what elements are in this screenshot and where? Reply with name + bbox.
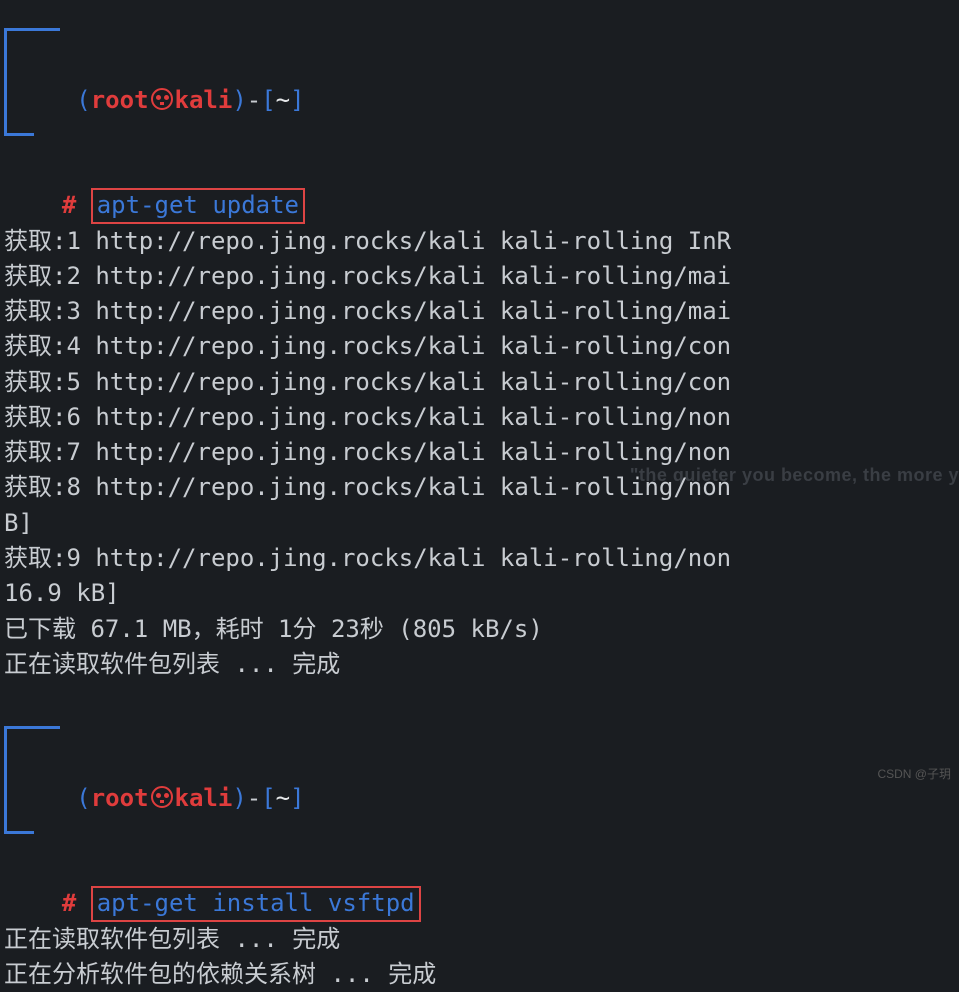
skull-icon <box>151 786 173 808</box>
dash: - <box>247 86 261 114</box>
paren-close: ) <box>232 86 246 114</box>
prompt-hash: # <box>62 191 76 219</box>
output-line: 获取:4 http://repo.jing.rocks/kali kali-ro… <box>0 329 959 364</box>
prompt2-line1: ┌──(rootkali)-[~] <box>0 710 959 816</box>
prompt1-line2: └─# apt-get update <box>0 118 959 224</box>
output-line: 正在读取软件包列表 ... 完成 <box>0 922 959 957</box>
bracket-open: [ <box>261 86 275 114</box>
output-line: 已下载 67.1 MB，耗时 1分 23秒 (805 kB/s) <box>0 612 959 647</box>
output-line: 获取:9 http://repo.jing.rocks/kali kali-ro… <box>0 541 959 576</box>
skull-icon <box>151 88 173 110</box>
output-line: 获取:5 http://repo.jing.rocks/kali kali-ro… <box>0 365 959 400</box>
command-2-box: apt-get install vsftpd <box>91 886 421 921</box>
prompt1-line1: ┌──(rootkali)-[~] <box>0 12 959 118</box>
prompt2-line2: └─# apt-get install vsftpd <box>0 816 959 922</box>
paren-open: ( <box>76 86 90 114</box>
output-line: B] <box>0 506 959 541</box>
prompt-host: kali <box>175 86 233 114</box>
prompt-hash: # <box>62 889 76 917</box>
output-line: 正在分析软件包的依赖关系树 ... 完成 <box>0 957 959 992</box>
output-line: 正在读取软件包列表 ... 完成 <box>0 647 959 682</box>
output-line: 获取:2 http://repo.jing.rocks/kali kali-ro… <box>0 259 959 294</box>
output-line: 获取:7 http://repo.jing.rocks/kali kali-ro… <box>0 435 959 470</box>
output-line: 16.9 kB] <box>0 576 959 611</box>
csdn-watermark: CSDN @子玥 <box>877 766 951 784</box>
prompt-path: ~ <box>276 86 290 114</box>
command-2[interactable]: apt-get install vsftpd <box>97 889 415 917</box>
command-1-box: apt-get update <box>91 188 305 223</box>
command-1[interactable]: apt-get update <box>97 191 299 219</box>
bracket-close: ] <box>290 86 304 114</box>
output-line: 获取:8 http://repo.jing.rocks/kali kali-ro… <box>0 470 959 505</box>
output-line: 获取:1 http://repo.jing.rocks/kali kali-ro… <box>0 224 959 259</box>
prompt-user: root <box>91 86 149 114</box>
output-line: 获取:6 http://repo.jing.rocks/kali kali-ro… <box>0 400 959 435</box>
output-line: 获取:3 http://repo.jing.rocks/kali kali-ro… <box>0 294 959 329</box>
